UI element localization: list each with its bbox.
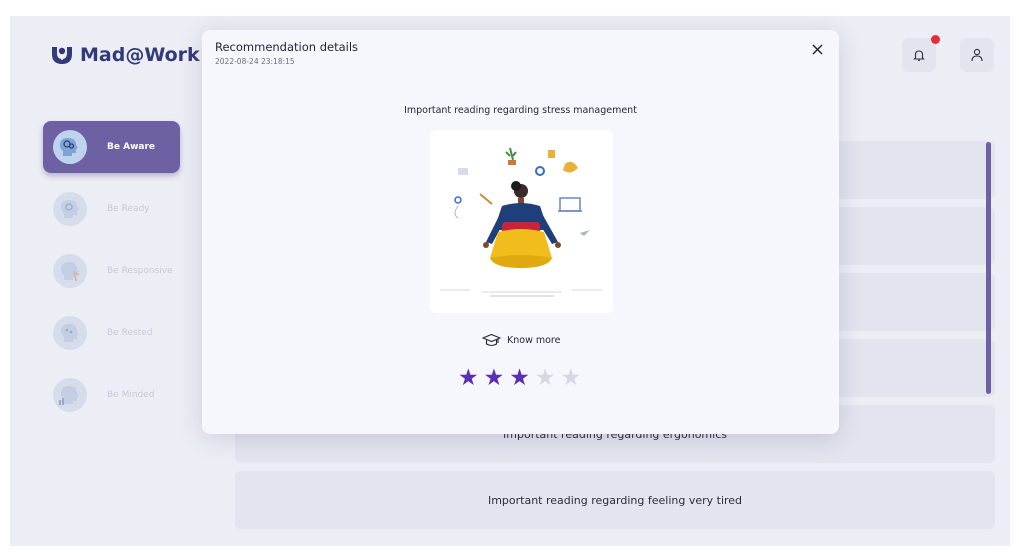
bell-icon (913, 49, 925, 61)
user-icon (971, 48, 983, 62)
list-item[interactable]: Important reading regarding feeling very… (235, 471, 995, 529)
sidebar-item-be-aware[interactable]: Be Aware (43, 121, 180, 173)
user-profile-button[interactable] (960, 38, 994, 72)
star-icon[interactable]: ★ (484, 367, 505, 390)
modal-title: Recommendation details (215, 40, 359, 54)
meditation-illustration (430, 130, 613, 313)
close-button[interactable] (807, 39, 827, 59)
sidebar-item-label: Be Ready (107, 204, 150, 214)
star-rating: ★ ★ ★ ★ ★ (458, 367, 581, 390)
graduation-cap-icon (482, 333, 501, 347)
head-target-icon (53, 192, 87, 226)
head-person-icon (53, 254, 87, 288)
sidebar-nav: Be Aware Be Ready Be Responsive Be Reste… (43, 121, 183, 431)
know-more-label: Know more (507, 335, 561, 346)
sidebar-item-label: Be Aware (107, 142, 155, 152)
head-gears-icon (53, 130, 87, 164)
recommendation-subtitle: Important reading regarding stress manag… (404, 105, 637, 116)
sidebar-item-label: Be Rested (107, 328, 153, 338)
star-icon[interactable]: ★ (509, 367, 530, 390)
head-chart-icon (53, 378, 87, 412)
sidebar-item-label: Be Responsive (107, 266, 173, 276)
sidebar-item-be-rested[interactable]: Be Rested (43, 307, 180, 359)
sidebar-item-be-ready[interactable]: Be Ready (43, 183, 180, 235)
star-icon[interactable]: ★ (535, 367, 556, 390)
list-scrollbar[interactable] (986, 142, 991, 394)
sidebar-item-be-minded[interactable]: Be Minded (43, 369, 180, 421)
know-more-link[interactable]: Know more (482, 333, 560, 348)
sidebar-item-label: Be Minded (107, 390, 155, 400)
logo: Mad@Work (50, 44, 200, 66)
star-icon[interactable]: ★ (458, 367, 479, 390)
star-icon[interactable]: ★ (561, 367, 582, 390)
notification-dot (931, 35, 940, 44)
notifications-button[interactable] (902, 35, 940, 72)
close-icon (811, 43, 823, 55)
head-stars-icon (53, 316, 87, 350)
modal-timestamp: 2022-08-24 23:18:15 (215, 57, 295, 66)
app-name: Mad@Work (80, 44, 200, 66)
logo-icon (52, 47, 72, 64)
sidebar-item-be-responsive[interactable]: Be Responsive (43, 245, 180, 297)
recommendation-details-modal: Recommendation details 2022-08-24 23:18:… (202, 30, 839, 434)
